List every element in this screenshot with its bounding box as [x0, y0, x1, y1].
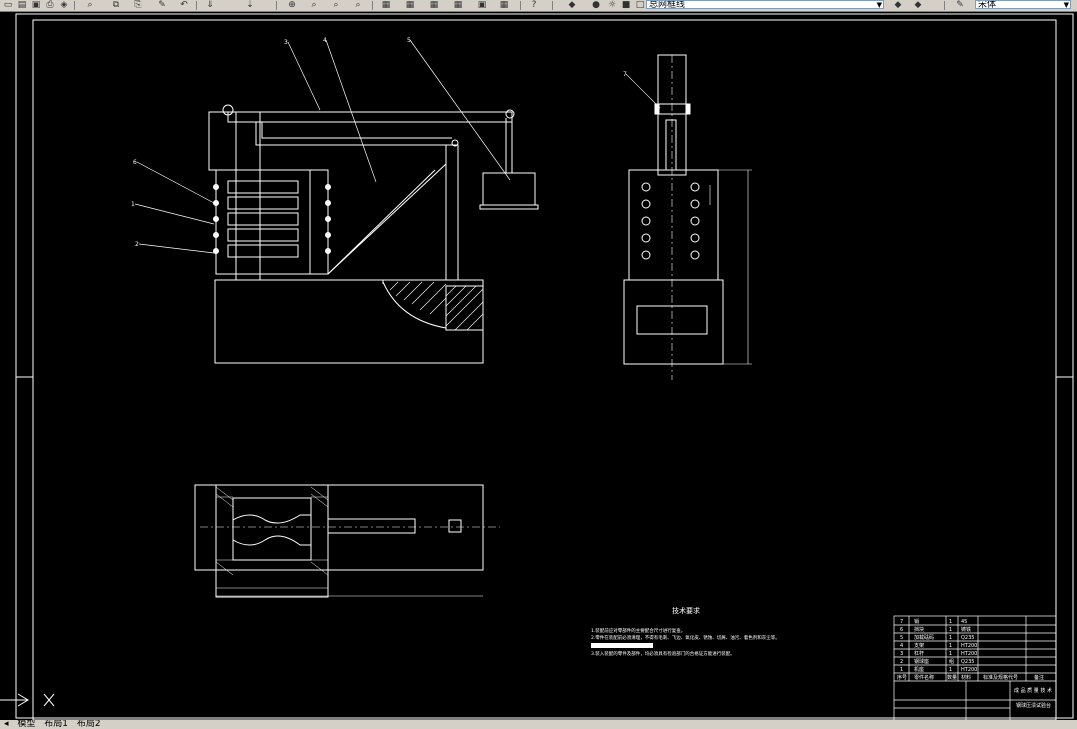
bom-cell-name: 钢球座 — [914, 658, 929, 665]
bulb-icon[interactable]: ● — [590, 0, 602, 10]
paste-icon[interactable]: ⎘ — [132, 0, 144, 10]
layer-states-icon[interactable]: ◆ — [912, 0, 924, 10]
linetype-combo-value: 总网框线 — [649, 0, 686, 9]
zoom-icon[interactable]: ⌕ — [84, 0, 96, 10]
bom-cell-qty: 1 — [949, 667, 952, 673]
title-block-drawing-name: 钢球压溃试验台 — [1016, 702, 1051, 709]
bom-cell-mat: HT200 — [961, 667, 977, 673]
bom-cell-mat: Q235 — [961, 659, 974, 665]
sheet-outer-border — [15, 13, 1074, 719]
bom-cell-qty: 组 — [949, 658, 954, 665]
balloon-3: 3 — [284, 39, 288, 46]
bom-cell-no: 7 — [900, 619, 903, 625]
pan-icon[interactable]: ⇓ — [204, 0, 216, 10]
tab-layout1[interactable]: 布局1 — [44, 720, 68, 729]
tech-line-2: 2.零件在装配前必须清理，不得有毛刺、飞边、氧化皮、锈蚀、切屑、油污、着色剂和灰… — [591, 634, 780, 641]
drawing-svg: 3 4 5 6 1 2 7 技术要求 1.装配前应对零部件的主要配合尺寸进行复查… — [0, 13, 1074, 720]
bom-cell-qty: 1 — [949, 651, 952, 657]
redo-icon[interactable]: ⇣ — [244, 0, 256, 10]
svg-text:备注: 备注 — [1034, 674, 1044, 681]
sun-icon[interactable]: ☼ — [606, 0, 618, 10]
bom-cell-qty: 1 — [949, 643, 952, 649]
bom-cell-name: 支架 — [914, 642, 924, 649]
svg-text:数量: 数量 — [947, 674, 957, 681]
bom-cell-mat: 铸铁 — [961, 626, 971, 633]
bom-cell-no: 1 — [900, 667, 903, 673]
bom-cell-no: 6 — [900, 627, 903, 633]
side-view — [623, 54, 752, 380]
bom-header: 序号 零件名称 数量 材料 标准及规格代号 备注 — [897, 674, 1044, 681]
bom-cell-no: 2 — [900, 659, 903, 665]
print-icon[interactable]: ⎙ — [44, 0, 56, 10]
ucs-icon — [0, 693, 55, 707]
tech-line-3: 3.装入装配的零件及部件，均必须具有检验部门的合格证方能进行装配。 — [591, 650, 735, 657]
tech-requirements-title: 技术要求 — [672, 606, 700, 615]
properties-icon[interactable]: ▦ — [380, 0, 392, 10]
new-icon[interactable]: ▭ — [2, 0, 14, 10]
zoom-prev-icon[interactable]: ⌕ — [330, 0, 342, 10]
bom-cell-name: 杠杆 — [914, 650, 924, 657]
tab-layout2[interactable]: 布局2 — [77, 720, 101, 729]
bom-cell-mat: 45 — [961, 619, 967, 625]
toolbar: ▭ ▤ ▣ ⎙ ◈ ⌕ ⧉ ⎘ ✎ ↶ ⇓ ⇣ ⊕ ⌕ ⌕ ⌕ ▦ ▦ ▦ ▦ … — [0, 0, 1077, 12]
design-center-icon[interactable]: ▦ — [404, 0, 416, 10]
balloon-5: 5 — [407, 37, 411, 44]
balloon-2: 2 — [135, 241, 139, 248]
bom-cell-qty: 1 — [949, 619, 952, 625]
svg-text:序号: 序号 — [897, 674, 907, 681]
bom-cell-name: 挡块 — [914, 626, 924, 633]
sheet-set-icon[interactable]: ▦ — [452, 0, 464, 10]
lock-icon[interactable]: ■ — [620, 0, 632, 10]
tech-line-1: 1.装配前应对零部件的主要配合尺寸进行复查。 — [591, 627, 685, 634]
help-icon[interactable]: ? — [528, 0, 540, 10]
bom-cell-mat: HT200 — [961, 651, 977, 657]
bom-cell-no: 5 — [900, 635, 903, 641]
bom-cell-name: 加载砝码 — [914, 634, 934, 641]
tool-palette-icon[interactable]: ▦ — [428, 0, 440, 10]
markup-icon[interactable]: ▣ — [476, 0, 488, 10]
balloon-4: 4 — [323, 37, 327, 44]
plot-icon[interactable]: ◈ — [58, 0, 70, 10]
layer-icon[interactable]: ◆ — [566, 0, 578, 10]
match-icon[interactable]: ✎ — [156, 0, 168, 10]
bom-cell-no: 4 — [900, 643, 903, 649]
sheet-inner-border — [32, 19, 1057, 720]
balloon-1: 1 — [131, 201, 135, 208]
chevron-down-icon: ▼ — [876, 1, 882, 9]
font-combo-value: 宋体 — [978, 0, 997, 9]
bom-cell-name: 销 — [914, 618, 919, 625]
text-style-icon[interactable]: ✎ — [954, 0, 966, 10]
bom-cell-mat: Q235 — [961, 635, 974, 641]
bom-cell-mat: HT200 — [961, 643, 977, 649]
undo-icon[interactable]: ↶ — [178, 0, 190, 10]
linetype-combo[interactable]: 总网框线 ▼ — [646, 0, 884, 9]
svg-text:标准及规格代号: 标准及规格代号 — [983, 674, 1018, 681]
svg-text:零件名称: 零件名称 — [914, 674, 934, 681]
layout-tabs: ◂ 模型 布局1 布局2 — [0, 720, 1077, 729]
drawing-canvas[interactable]: 3 4 5 6 1 2 7 技术要求 1.装配前应对零部件的主要配合尺寸进行复查… — [0, 12, 1077, 720]
bom-cell-name: 机座 — [914, 666, 924, 673]
save-icon[interactable]: ▣ — [30, 0, 42, 10]
balloon-7: 7 — [623, 71, 627, 78]
title-block-school: 成 品 质 量 技 术 — [1014, 687, 1052, 694]
open-icon[interactable]: ▤ — [16, 0, 28, 10]
font-combo[interactable]: 宋体 ▼ — [975, 0, 1071, 9]
copy-icon[interactable]: ⧉ — [110, 0, 122, 10]
color-icon[interactable]: □ — [634, 0, 646, 10]
top-view — [194, 484, 500, 598]
front-view — [134, 39, 539, 364]
bom-cell-qty: 1 — [949, 635, 952, 641]
calc-icon[interactable]: ▦ — [498, 0, 510, 10]
balloon-6: 6 — [133, 159, 137, 166]
zoom-extents-icon[interactable]: ⌕ — [352, 0, 364, 10]
tab-model[interactable]: 模型 — [17, 720, 35, 729]
bom-cell-qty: 1 — [949, 627, 952, 633]
zoom-window-icon[interactable]: ⌕ — [308, 0, 320, 10]
chevron-down-icon: ▼ — [1063, 1, 1069, 9]
layer-prev-icon[interactable]: ◆ — [892, 0, 904, 10]
bom-cell-no: 3 — [900, 651, 903, 657]
zoom-realtime-icon[interactable]: ⊕ — [286, 0, 298, 10]
svg-text:材料: 材料 — [961, 674, 971, 681]
